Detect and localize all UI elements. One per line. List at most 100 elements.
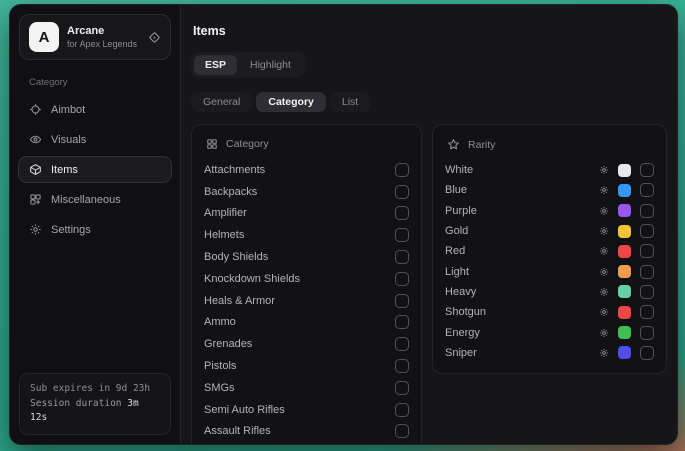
sidebar-item-visuals[interactable]: Visuals (18, 126, 172, 153)
tab-list[interactable]: List (330, 92, 370, 112)
category-row-backpacks: Backpacks (204, 181, 409, 203)
checkbox-semi-auto-rifles[interactable] (395, 403, 409, 417)
color-settings-gear-icon[interactable] (599, 246, 609, 256)
checkbox-rarity-sniper[interactable] (640, 346, 654, 360)
category-row-label: Backpacks (204, 186, 395, 198)
category-row-knockdown-shields: Knockdown Shields (204, 268, 409, 290)
color-swatch-shotgun[interactable] (618, 306, 631, 319)
rarity-row-label: Red (445, 245, 590, 257)
category-row-assault-rifles: Assault Rifles (204, 421, 409, 443)
checkbox-grenades[interactable] (395, 337, 409, 351)
rarity-row-label: Heavy (445, 286, 590, 298)
color-swatch-sniper[interactable] (618, 346, 631, 359)
diamond-target-icon[interactable] (148, 31, 161, 44)
color-settings-gear-icon[interactable] (599, 165, 609, 175)
sidebar-item-label: Miscellaneous (51, 194, 121, 206)
checkbox-rarity-blue[interactable] (640, 183, 654, 197)
checkbox-knockdown-shields[interactable] (395, 272, 409, 286)
category-row-label: Heals & Armor (204, 295, 395, 307)
rarity-row-shotgun: Shotgun (445, 302, 654, 322)
category-row-helmets: Helmets (204, 224, 409, 246)
color-settings-gear-icon[interactable] (599, 267, 609, 277)
sidebar-item-items[interactable]: Items (18, 156, 172, 183)
checkbox-helmets[interactable] (395, 228, 409, 242)
category-row-lmgs: LMGs (204, 442, 409, 445)
eye-icon (29, 133, 42, 146)
category-row-ammo: Ammo (204, 312, 409, 334)
color-swatch-red[interactable] (618, 245, 631, 258)
category-row-label: Pistols (204, 360, 395, 372)
category-row-label: Body Shields (204, 251, 395, 263)
color-settings-gear-icon[interactable] (599, 307, 609, 317)
rarity-row-label: Light (445, 266, 590, 278)
color-settings-gear-icon[interactable] (599, 185, 609, 195)
rarity-row-label: White (445, 164, 590, 176)
mode-toggle-highlight[interactable]: Highlight (239, 55, 302, 75)
page-title: Items (193, 24, 667, 38)
checkbox-pistols[interactable] (395, 359, 409, 373)
panels-row: Category Attachments Backpacks Amplifier He… (191, 124, 667, 444)
category-grid-icon (206, 138, 218, 150)
checkbox-ammo[interactable] (395, 315, 409, 329)
category-row-grenades: Grenades (204, 333, 409, 355)
color-swatch-gold[interactable] (618, 225, 631, 238)
category-row-label: Amplifier (204, 207, 395, 219)
category-panel-header: Category (206, 138, 409, 150)
checkbox-rarity-red[interactable] (640, 244, 654, 258)
color-settings-gear-icon[interactable] (599, 328, 609, 338)
rarity-row-label: Purple (445, 205, 590, 217)
color-swatch-light[interactable] (618, 265, 631, 278)
tab-general[interactable]: General (191, 92, 252, 112)
color-swatch-purple[interactable] (618, 204, 631, 217)
sidebar: A Arcane for Apex Legends Category Aimbo… (10, 5, 181, 444)
checkbox-amplifier[interactable] (395, 206, 409, 220)
main-content: Items ESPHighlight GeneralCategoryList C… (181, 5, 677, 444)
sidebar-item-miscellaneous[interactable]: Miscellaneous (18, 186, 172, 213)
checkbox-rarity-energy[interactable] (640, 326, 654, 340)
checkbox-heals-armor[interactable] (395, 294, 409, 308)
category-row-heals-armor: Heals & Armor (204, 290, 409, 312)
sidebar-section-label: Category (29, 77, 180, 88)
sidebar-item-label: Settings (51, 224, 91, 236)
checkbox-rarity-gold[interactable] (640, 224, 654, 238)
category-row-label: Attachments (204, 164, 395, 176)
rarity-row-purple: Purple (445, 201, 654, 221)
checkbox-assault-rifles[interactable] (395, 424, 409, 438)
checkbox-rarity-light[interactable] (640, 265, 654, 279)
category-row-label: Assault Rifles (204, 425, 395, 437)
rarity-row-white: White (445, 160, 654, 180)
rarity-row-label: Energy (445, 327, 590, 339)
tab-bar: GeneralCategoryList (191, 92, 667, 112)
checkbox-backpacks[interactable] (395, 185, 409, 199)
color-swatch-blue[interactable] (618, 184, 631, 197)
session-info-card: Sub expires in 9d 23h Session duration 3… (19, 373, 171, 435)
rarity-row-sniper: Sniper (445, 343, 654, 363)
checkbox-smgs[interactable] (395, 381, 409, 395)
app-logo: A (29, 22, 59, 52)
logo-card: A Arcane for Apex Legends (19, 14, 171, 60)
sidebar-item-label: Items (51, 164, 78, 176)
color-settings-gear-icon[interactable] (599, 226, 609, 236)
sidebar-nav: Aimbot Visuals Items Miscellaneous Settings (10, 91, 180, 248)
category-list: Attachments Backpacks Amplifier Helmets Body… (204, 159, 409, 445)
session-duration-text: Session duration 3m 12s (30, 397, 160, 426)
checkbox-rarity-shotgun[interactable] (640, 305, 654, 319)
crosshair-icon (29, 103, 42, 116)
color-swatch-energy[interactable] (618, 326, 631, 339)
mode-toggle-esp[interactable]: ESP (194, 55, 237, 75)
tab-category[interactable]: Category (256, 92, 326, 112)
checkbox-rarity-white[interactable] (640, 163, 654, 177)
gear-icon (29, 223, 42, 236)
sidebar-item-settings[interactable]: Settings (18, 216, 172, 243)
checkbox-rarity-purple[interactable] (640, 204, 654, 218)
sidebar-item-aimbot[interactable]: Aimbot (18, 96, 172, 123)
sub-expiry-text: Sub expires in 9d 23h (30, 382, 160, 397)
color-swatch-heavy[interactable] (618, 285, 631, 298)
color-settings-gear-icon[interactable] (599, 348, 609, 358)
color-settings-gear-icon[interactable] (599, 287, 609, 297)
color-settings-gear-icon[interactable] (599, 206, 609, 216)
checkbox-rarity-heavy[interactable] (640, 285, 654, 299)
checkbox-attachments[interactable] (395, 163, 409, 177)
color-swatch-white[interactable] (618, 164, 631, 177)
checkbox-body-shields[interactable] (395, 250, 409, 264)
